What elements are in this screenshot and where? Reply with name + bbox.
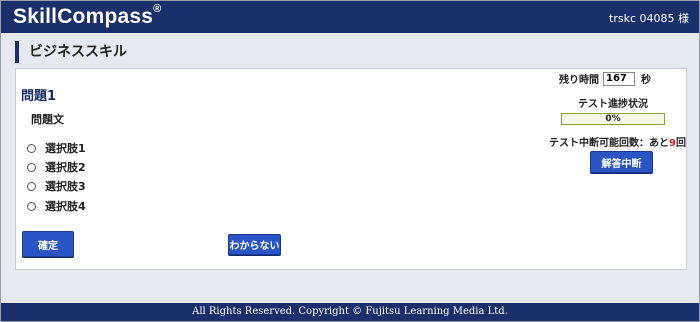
progress-label: テスト進捗状況 (578, 99, 648, 110)
choice-2[interactable]: 選択肢2 (27, 159, 86, 175)
user-label: trskc 04085 様 (609, 12, 689, 25)
choice-4[interactable]: 選択肢4 (27, 198, 86, 214)
progress-bar: 0% (561, 113, 665, 125)
time-remaining: 残り時間 秒 (559, 71, 651, 86)
choice-3[interactable]: 選択肢3 (27, 178, 86, 194)
skillcompass-logo: SkillCompass® (13, 3, 162, 29)
suspend-remaining: テスト中断可能回数：あと9回 (549, 134, 686, 149)
section-title: ビジネススキル (15, 41, 127, 63)
choice-label: 選択肢4 (45, 200, 86, 213)
time-label: 残り時間 (559, 75, 599, 86)
question-number: 問題1 (21, 89, 57, 104)
suspend-prefix: テスト中断可能回数：あと (549, 138, 670, 149)
choice-label: 選択肢3 (45, 180, 86, 193)
copyright-footer: All Rights Reserved. Copyright © Fujitsu… (1, 303, 699, 321)
radio-button[interactable] (27, 143, 36, 153)
radio-button[interactable] (27, 162, 36, 172)
radio-button[interactable] (27, 201, 36, 211)
progress-text: 0% (605, 114, 621, 124)
app-header: SkillCompass® trskc 04085 様 (1, 1, 699, 33)
logo-text: SkillCompass (13, 5, 154, 28)
suspend-suffix: 回 (676, 138, 686, 149)
radio-button[interactable] (27, 181, 36, 191)
question-text: 問題文 (31, 113, 64, 126)
choice-label: 選択肢2 (45, 161, 86, 174)
choice-1[interactable]: 選択肢1 (27, 140, 86, 156)
suspend-count: 9 (669, 138, 676, 149)
registered-mark: ® (153, 3, 162, 15)
dont-know-button[interactable]: わからない (228, 234, 281, 255)
time-unit: 秒 (641, 75, 651, 86)
confirm-button[interactable]: 確定 (22, 231, 74, 257)
time-remaining-field (603, 71, 635, 86)
choice-label: 選択肢1 (45, 142, 86, 155)
suspend-button[interactable]: 解答中断 (590, 151, 653, 173)
